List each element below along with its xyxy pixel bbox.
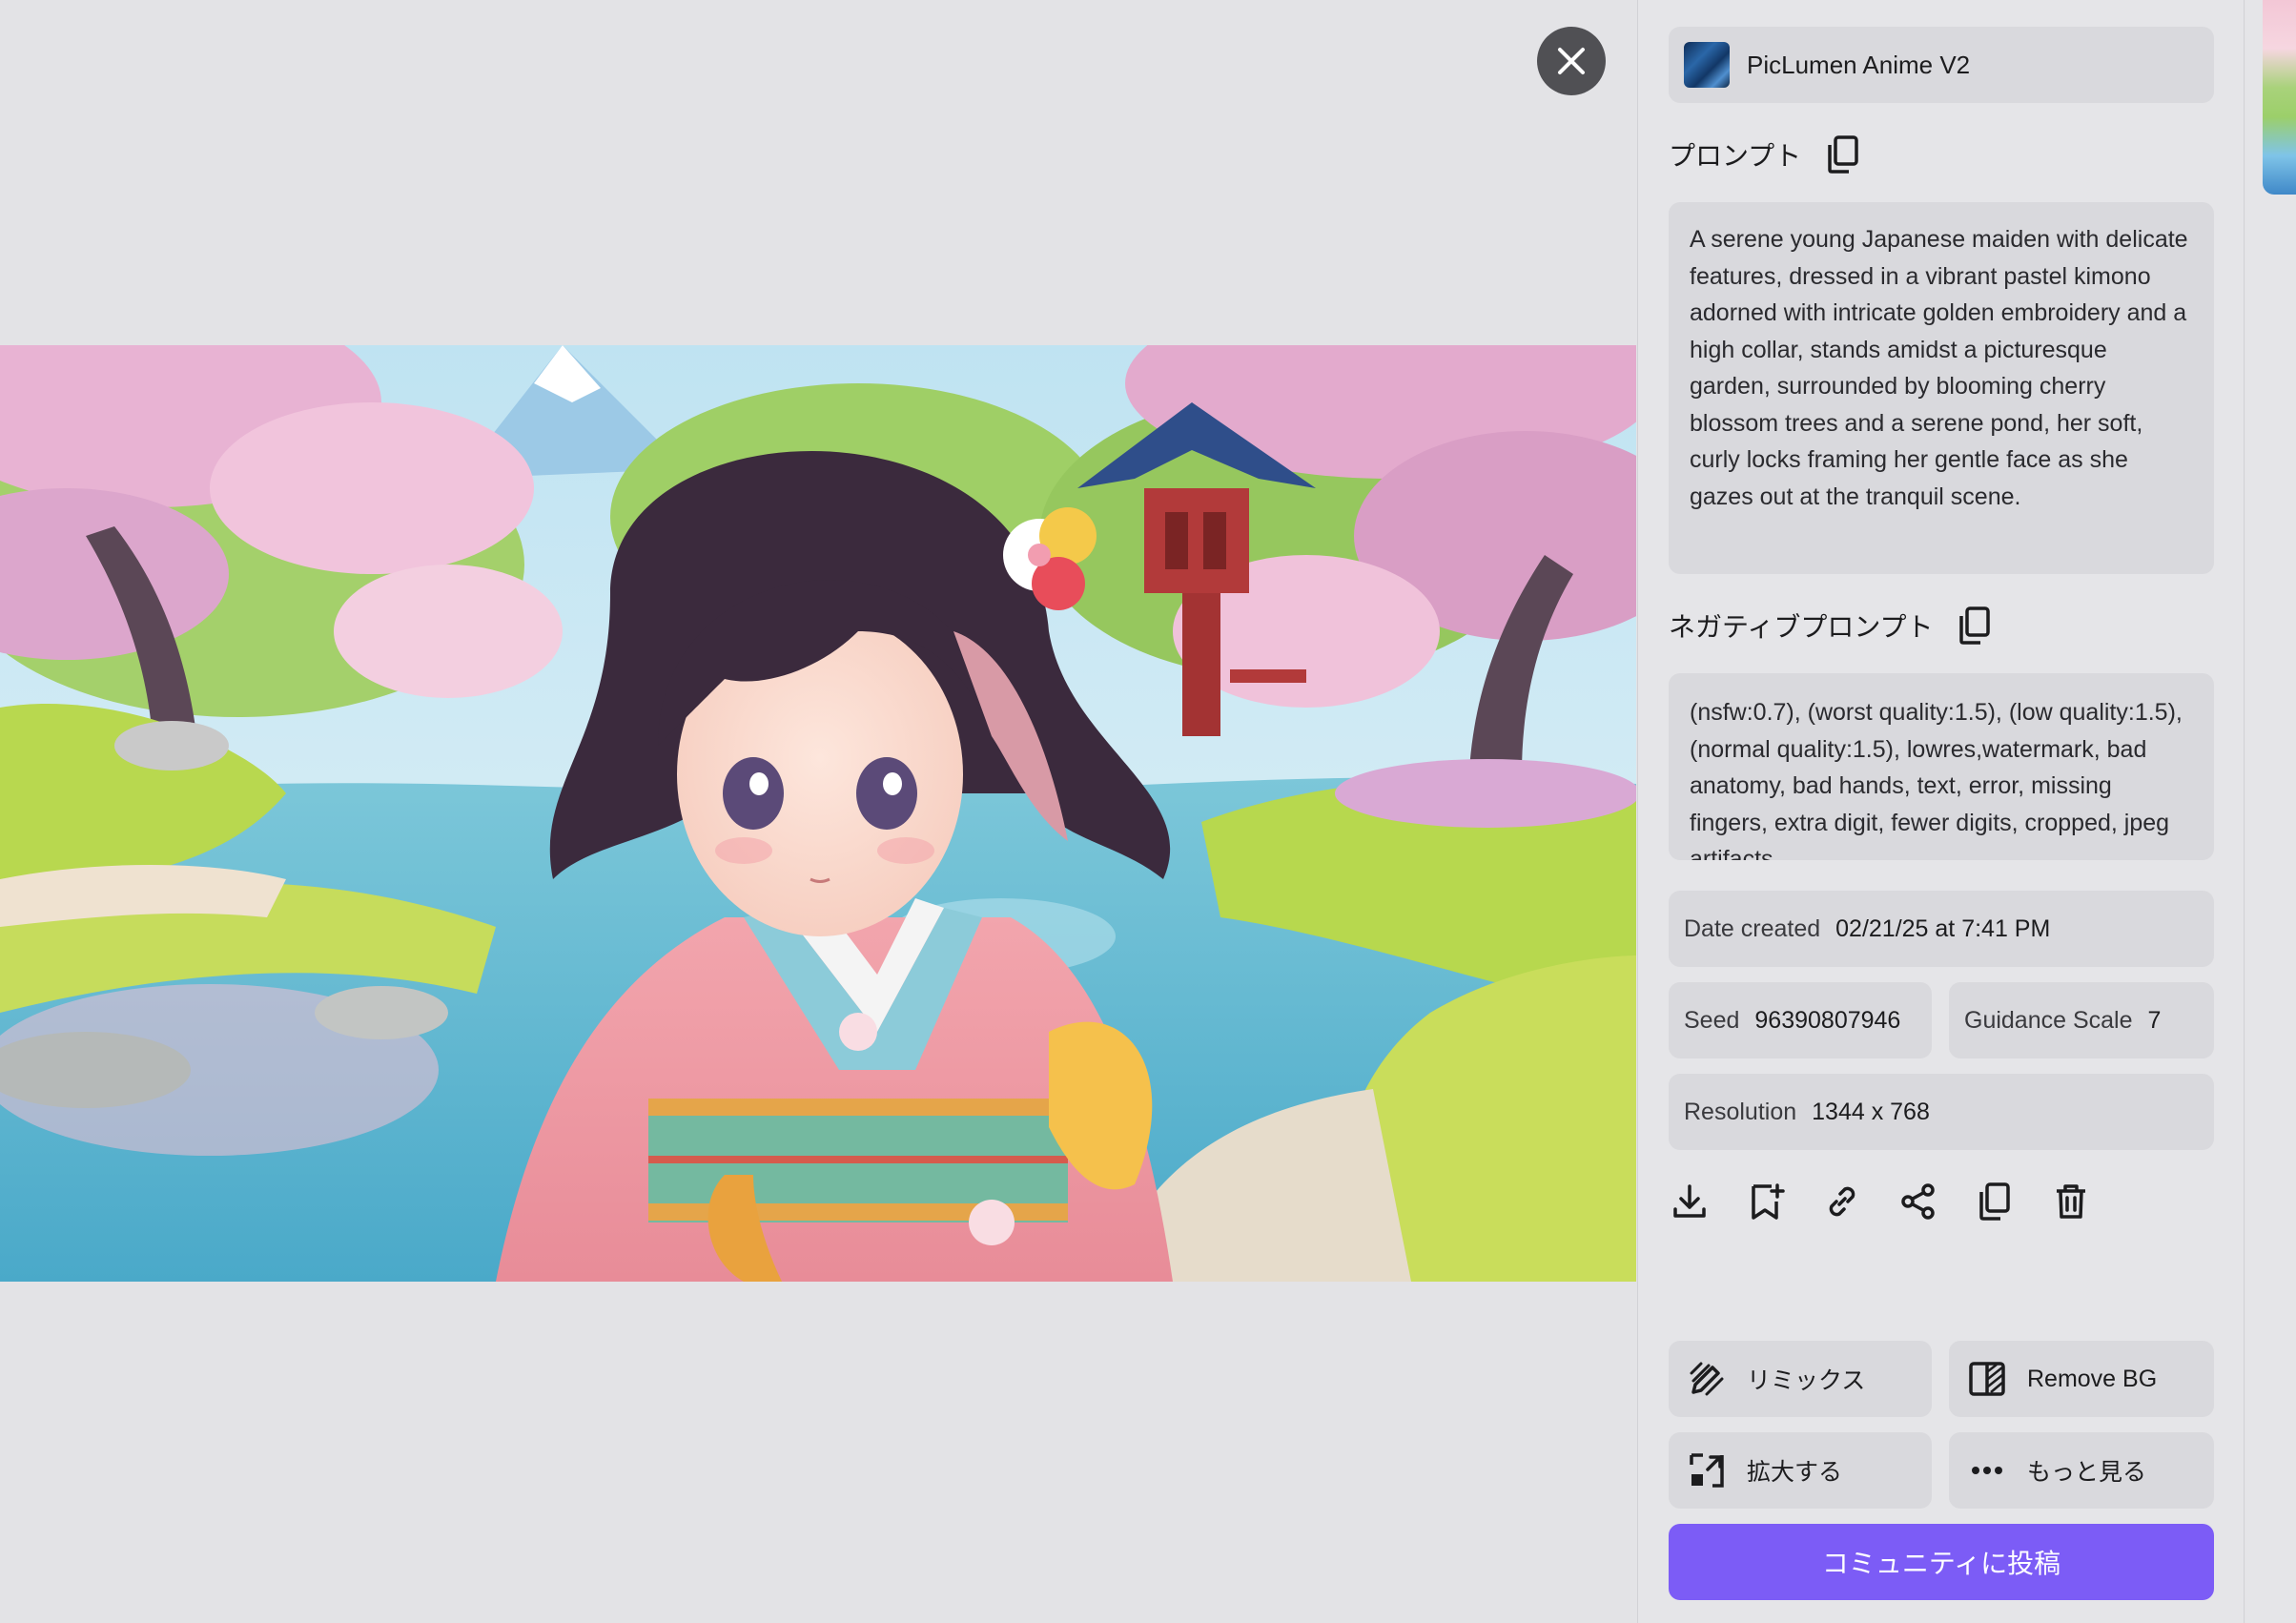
guidance-scale-info: Guidance Scale 7 [1949, 982, 2214, 1058]
download-icon[interactable] [1669, 1181, 1711, 1222]
date-value: 02/21/25 at 7:41 PM [1835, 914, 2051, 942]
remove-bg-label: Remove BG [2027, 1365, 2158, 1392]
guidance-value: 7 [2147, 1006, 2162, 1034]
prompt-text: A serene young Japanese maiden with deli… [1690, 226, 2188, 510]
remix-label: リミックス [1747, 1367, 1866, 1394]
upscale-label: 拡大する [1747, 1459, 1843, 1486]
image-viewer [0, 0, 1636, 1623]
more-dots-icon [1972, 1467, 2002, 1474]
generated-image [0, 345, 1636, 1282]
more-label: もっと見る [2027, 1459, 2147, 1486]
seed-label: Seed [1684, 1006, 1740, 1034]
resolution-value: 1344 x 768 [1812, 1098, 1930, 1125]
upscale-button[interactable]: 拡大する [1669, 1432, 1932, 1509]
negative-prompt-box[interactable]: (nsfw:0.7), (worst quality:1.5), (low qu… [1669, 673, 2214, 860]
date-label: Date created [1684, 914, 1821, 942]
remix-button[interactable]: リミックス [1669, 1341, 1932, 1417]
bookmark-add-icon[interactable] [1745, 1181, 1787, 1222]
remove-bg-icon [1969, 1362, 2005, 1396]
negative-prompt-title: ネガティブプロンプト [1669, 612, 1934, 642]
action-bar [1669, 1175, 2126, 1228]
trash-icon[interactable] [2050, 1181, 2092, 1222]
copy-prompt-icon[interactable] [1826, 135, 1860, 174]
more-button[interactable]: もっと見る [1949, 1432, 2214, 1509]
thumbnail-item[interactable] [2263, 0, 2296, 195]
resolution-label: Resolution [1684, 1098, 1797, 1125]
date-created: Date created 02/21/25 at 7:41 PM [1669, 891, 2214, 967]
link-icon[interactable] [1821, 1181, 1863, 1222]
close-button[interactable] [1537, 27, 1606, 95]
prompt-header: プロンプト [1669, 135, 1860, 174]
close-icon [1558, 48, 1585, 74]
model-name: PicLumen Anime V2 [1747, 50, 1971, 79]
details-panel: PicLumen Anime V2 プロンプト A serene young J… [1637, 0, 2245, 1623]
thumbnail-strip [2245, 0, 2296, 1623]
prompt-box: A serene young Japanese maiden with deli… [1669, 202, 2214, 574]
model-thumbnail [1684, 42, 1730, 88]
share-icon[interactable] [1897, 1181, 1939, 1222]
remove-bg-button[interactable]: Remove BG [1949, 1341, 2214, 1417]
seed-value: 96390807946 [1754, 1006, 1901, 1034]
post-to-community-button[interactable]: コミュニティに投稿 [1669, 1524, 2214, 1600]
negative-prompt-text: (nsfw:0.7), (worst quality:1.5), (low qu… [1690, 699, 2183, 860]
guidance-label: Guidance Scale [1964, 1006, 2133, 1034]
copy-icon[interactable] [1974, 1181, 2016, 1222]
prompt-title: プロンプト [1669, 141, 1802, 171]
model-selector[interactable]: PicLumen Anime V2 [1669, 27, 2214, 103]
resolution-info: Resolution 1344 x 768 [1669, 1074, 2214, 1150]
seed-info[interactable]: Seed 96390807946 [1669, 982, 1932, 1058]
upscale-icon [1690, 1453, 1724, 1488]
copy-negative-prompt-icon[interactable] [1958, 606, 1992, 645]
negative-prompt-header: ネガティブプロンプト [1669, 606, 1992, 645]
remix-icon [1690, 1362, 1724, 1396]
